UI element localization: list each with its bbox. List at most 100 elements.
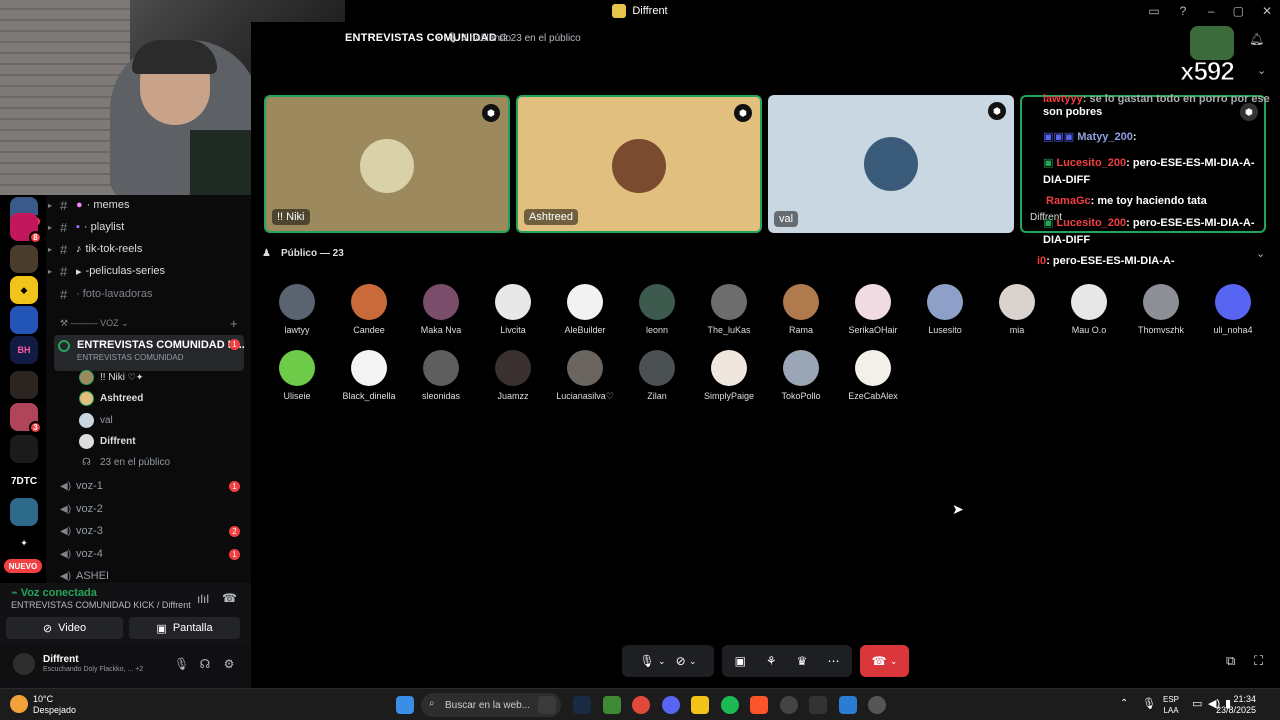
speaker-tile[interactable]: ⬢ !! Niki [264, 95, 510, 233]
audience-member[interactable]: Juamzz [483, 350, 543, 401]
video-button[interactable]: ⊘ Video [6, 617, 123, 639]
audience-member[interactable]: Zilan [627, 350, 687, 401]
speaker-tile[interactable]: ⬢ Ashtreed [516, 95, 762, 233]
audience-member[interactable]: TokoPollo [771, 350, 831, 401]
channel-tik-tok-reels[interactable]: ▸ # ♪ tik-tok-reels [48, 239, 142, 259]
file-explorer-icon[interactable] [691, 696, 709, 714]
server-icon[interactable]: BH [10, 336, 38, 364]
audience-member[interactable]: Mau O.o [1059, 284, 1119, 335]
audience-member[interactable]: Black_dinella [339, 350, 399, 401]
windows-start-icon[interactable] [396, 696, 414, 714]
audience-member[interactable]: EzeCabAlex [843, 350, 903, 401]
app-icon[interactable] [809, 696, 827, 714]
audience-member[interactable]: Maka Nva [411, 284, 471, 335]
copilot-icon[interactable] [538, 696, 556, 714]
channel-memes[interactable]: ▸ # ● · memes [48, 195, 129, 215]
active-voice-channel[interactable]: ENTREVISTAS COMUNIDAD K... ENTREVISTAS C… [54, 335, 245, 371]
voice-channel[interactable]: ◀) ASHEI [60, 567, 109, 583]
mic-control[interactable]: 🎙︎ ⌄ ⊘ ⌄ [622, 645, 714, 677]
activity-icon[interactable]: ⚘ [766, 654, 777, 668]
chevron-down-icon[interactable]: ⌄ [1256, 247, 1265, 260]
microphone-icon[interactable]: 🎙︎ [174, 657, 189, 671]
voice-channel-path[interactable]: ENTREVISTAS COMUNIDAD KICK / Diffrent [11, 600, 191, 610]
server-icon[interactable]: ✦ [10, 529, 38, 557]
steam-icon[interactable] [573, 696, 591, 714]
pin-icon[interactable]: ⬢ [734, 104, 752, 122]
audience-member[interactable]: AleBuilder [555, 284, 615, 335]
fullscreen-icon[interactable]: ⛶ [1254, 653, 1263, 669]
voice-section-header[interactable]: ⚒ ——— VOZ ⌄ [60, 318, 129, 329]
add-channel-icon[interactable]: + [230, 316, 238, 331]
leave-stage-button[interactable]: ☎ ⌄ [860, 645, 909, 677]
server-icon[interactable]: 8 [10, 213, 42, 244]
help-icon[interactable]: ? [1176, 4, 1190, 18]
close-button[interactable]: ✕ [1262, 0, 1272, 22]
voice-user[interactable]: val [79, 411, 113, 429]
server-icon[interactable] [10, 245, 38, 273]
channel-peliculas-series[interactable]: ▸ # ▸ -peliculas-series [48, 261, 165, 281]
pin-icon[interactable]: ⬢ [988, 102, 1006, 120]
audience-member[interactable]: Lucianasilva♡ [555, 350, 615, 402]
disconnect-icon[interactable]: ☎ [222, 591, 237, 605]
minecraft-icon[interactable] [603, 696, 621, 714]
settings-gear-icon[interactable]: ⚙ [222, 657, 236, 671]
chevron-down-icon[interactable]: ⌄ [689, 656, 697, 667]
voice-user[interactable]: Ashtreed [79, 389, 143, 407]
voice-channel[interactable]: ◀) voz-3 [60, 522, 103, 540]
weather-widget[interactable]: 10°C Despejado [33, 694, 76, 716]
clock[interactable]: 21:34 23/8/2025 [1216, 694, 1256, 716]
soundboard-icon[interactable]: ılıl [197, 592, 209, 606]
voice-channel[interactable]: ◀) voz-4 [60, 545, 103, 563]
audience-member[interactable]: sleonidas [411, 350, 471, 401]
voice-user[interactable]: Diffrent [79, 432, 136, 450]
headphones-icon[interactable]: ☊ [198, 657, 212, 671]
audience-member[interactable]: Rama [771, 284, 831, 335]
discord-icon[interactable] [662, 696, 680, 714]
avatar[interactable] [11, 651, 37, 677]
monitor-icon[interactable]: ▭ [1147, 4, 1161, 18]
moderator-icon[interactable]: ♛ [797, 654, 808, 668]
channel-playlist[interactable]: ▸ # ▪ · playlist [48, 217, 124, 237]
server-icon[interactable] [10, 435, 38, 463]
inbox-icon[interactable]: 🔔︎ [1249, 32, 1264, 46]
audience-member[interactable]: Lusesito [915, 284, 975, 335]
server-icon[interactable] [10, 306, 38, 334]
server-icon[interactable] [10, 498, 38, 526]
spotify-icon[interactable] [721, 696, 739, 714]
server-7dtc[interactable]: 7DTC [10, 467, 38, 495]
chrome-icon[interactable] [632, 696, 650, 714]
screen-share-icon[interactable]: ▣ [735, 654, 746, 668]
voice-channel[interactable]: ◀) voz-2 [60, 500, 103, 518]
audience-member[interactable]: uli_noha4 [1203, 284, 1263, 335]
server-icon[interactable]: ◆ [10, 276, 38, 304]
audience-member[interactable]: Livcita [483, 284, 543, 335]
notepad-icon[interactable] [839, 696, 857, 714]
voice-channel[interactable]: ◀) voz-1 [60, 477, 103, 495]
audience-count[interactable]: ☊ 23 en el público [79, 453, 170, 471]
audience-member[interactable]: The_luKas [699, 284, 759, 335]
more-icon[interactable]: ⋯ [827, 654, 839, 668]
audience-member[interactable]: SimplyPaige [699, 350, 759, 401]
network-icon[interactable]: ▭ [1192, 697, 1202, 710]
voice-user[interactable]: !! Niki ♡✦ [79, 368, 143, 386]
audience-member[interactable]: mia [987, 284, 1047, 335]
microphone-icon[interactable]: 🎙︎ [1142, 697, 1156, 710]
maximize-button[interactable]: ▢ [1233, 0, 1244, 22]
brave-icon[interactable] [750, 696, 768, 714]
audience-member[interactable]: lawtyy [267, 284, 327, 335]
microphone-icon[interactable]: 🎙︎ [639, 654, 654, 668]
chevron-up-icon[interactable]: ⌃ [1120, 698, 1128, 709]
language-indicator[interactable]: ESP LAA [1163, 694, 1179, 716]
camera-off-icon[interactable]: ⊘ [676, 654, 686, 668]
audience-member[interactable]: Thomvszhk [1131, 284, 1191, 335]
server-icon[interactable]: 3 [10, 403, 42, 434]
pin-icon[interactable]: ⬢ [1240, 103, 1258, 121]
audience-member[interactable]: leonn [627, 284, 687, 335]
audience-member[interactable]: SerikaOHair [843, 284, 903, 335]
audience-member[interactable]: Uliseie [267, 350, 327, 401]
pin-icon[interactable]: ⬢ [482, 104, 500, 122]
chevron-down-icon[interactable]: ⌄ [658, 656, 666, 667]
app-icon[interactable] [780, 696, 798, 714]
speaker-tile[interactable]: ⬢ val [768, 95, 1014, 233]
minimize-button[interactable]: – [1208, 0, 1215, 22]
